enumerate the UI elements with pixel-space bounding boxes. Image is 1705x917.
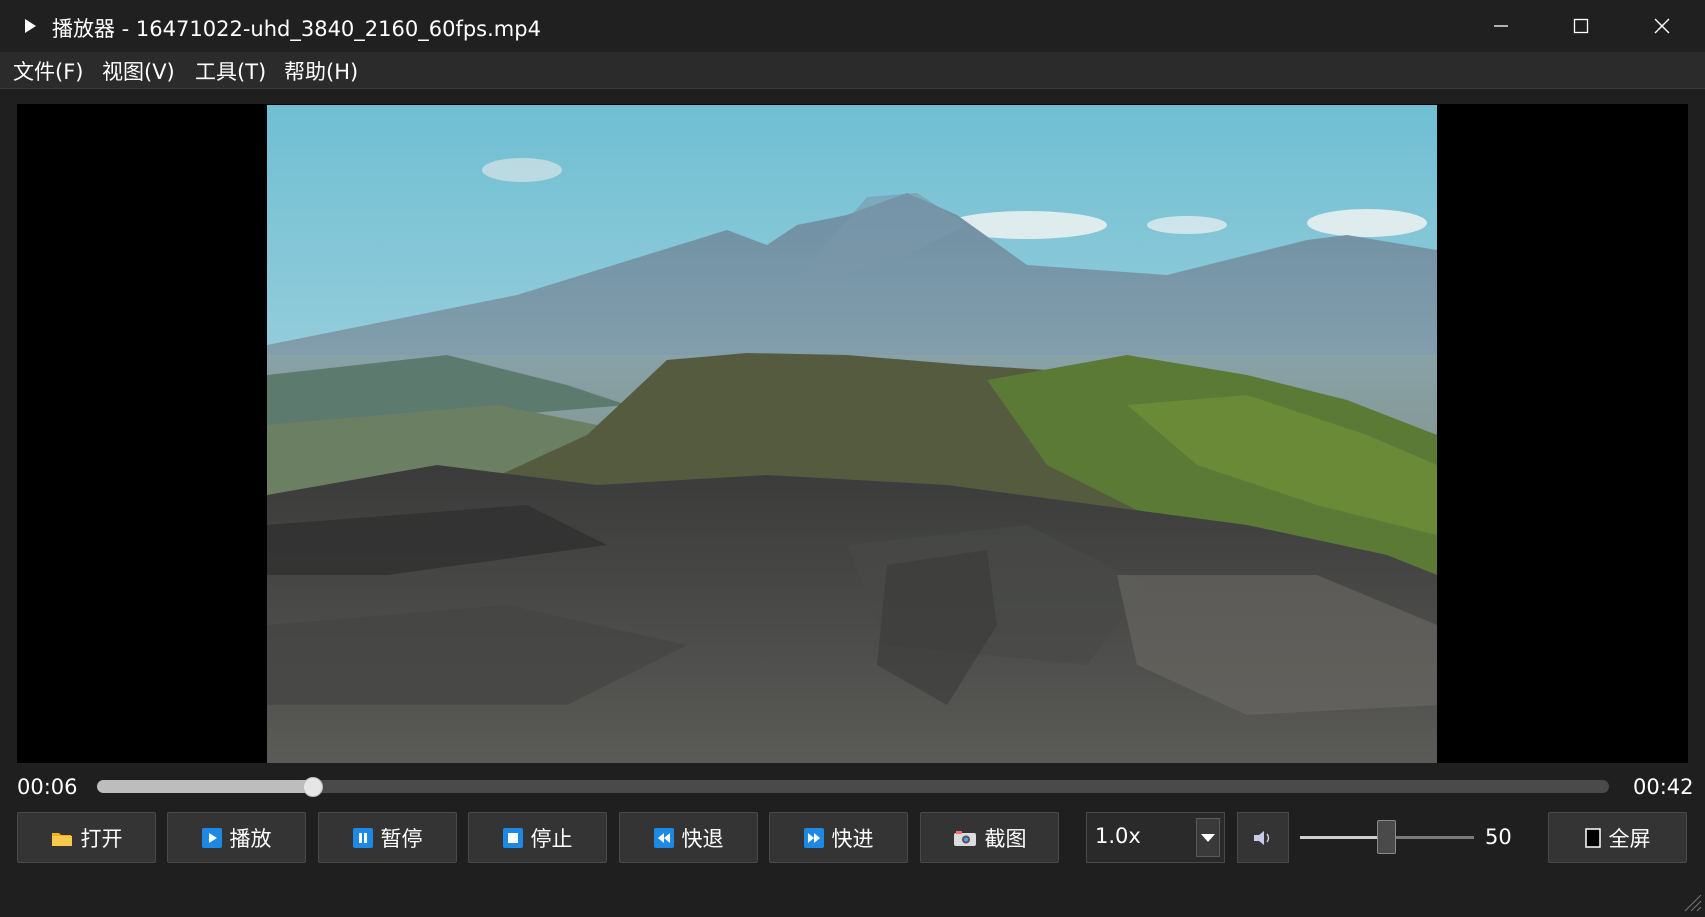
pause-button[interactable]: 暂停 (318, 812, 457, 863)
volume-slider-thumb[interactable] (1377, 820, 1396, 854)
play-button[interactable]: 播放 (167, 812, 306, 863)
fullscreen-icon (1584, 827, 1601, 848)
stop-icon (502, 827, 523, 848)
fullscreen-button[interactable]: 全屏 (1548, 812, 1687, 863)
pause-icon (352, 827, 373, 848)
stop-button-label: 停止 (530, 826, 573, 851)
speed-value: 1.0x (1095, 824, 1141, 848)
window-title: 播放器 - 16471022-uhd_3840_2160_60fps.mp4 (52, 17, 541, 41)
speed-dropdown-button[interactable] (1196, 818, 1220, 857)
close-icon (1654, 18, 1670, 34)
seek-bar-thumb[interactable] (303, 777, 324, 797)
pause-button-label: 暂停 (380, 826, 423, 851)
menu-help[interactable]: 帮助(H) (284, 56, 358, 86)
menu-file[interactable]: 文件(F) (13, 56, 83, 86)
video-display[interactable] (17, 104, 1688, 763)
chevron-down-icon (1201, 833, 1215, 842)
rewind-button[interactable]: 快退 (619, 812, 758, 863)
menu-view[interactable]: 视图(V) (102, 56, 175, 86)
open-button[interactable]: 打开 (17, 812, 156, 863)
fast-forward-icon (803, 827, 824, 848)
menu-tools[interactable]: 工具(T) (195, 56, 266, 86)
speed-select[interactable]: 1.0x (1086, 812, 1225, 863)
rewind-button-label: 快退 (681, 826, 724, 851)
title-bar: 播放器 - 16471022-uhd_3840_2160_60fps.mp4 (0, 0, 1705, 52)
video-frame (267, 105, 1437, 763)
play-triangle-icon (25, 19, 36, 33)
close-button[interactable] (1622, 0, 1702, 52)
stop-button[interactable]: 停止 (468, 812, 607, 863)
fullscreen-button-label: 全屏 (1608, 826, 1651, 851)
folder-icon (51, 832, 72, 846)
open-button-label: 打开 (80, 826, 123, 851)
rewind-icon (653, 827, 674, 848)
resize-grip-icon[interactable] (1680, 890, 1702, 912)
screenshot-button[interactable]: 截图 (920, 812, 1059, 863)
maximize-icon (1573, 18, 1589, 34)
speaker-icon (1254, 830, 1270, 845)
menu-bar: 文件(F) 视图(V) 工具(T) 帮助(H) (0, 52, 1705, 89)
seek-bar-fill (97, 780, 314, 793)
mute-button[interactable] (1237, 812, 1289, 863)
maximize-button[interactable] (1541, 0, 1621, 52)
volume-value: 50 (1485, 825, 1512, 849)
play-button-label: 播放 (229, 826, 272, 851)
screenshot-button-label: 截图 (984, 826, 1027, 851)
fast-forward-button-label: 快进 (831, 826, 874, 851)
volume-slider-fill (1300, 836, 1387, 839)
current-time: 00:06 (17, 775, 78, 799)
minimize-button[interactable] (1461, 0, 1541, 52)
minimize-icon (1494, 25, 1508, 27)
play-icon (201, 827, 222, 848)
total-time: 00:42 (1633, 775, 1694, 799)
seek-bar[interactable] (97, 780, 1609, 793)
camera-icon (953, 830, 976, 846)
fast-forward-button[interactable]: 快进 (769, 812, 908, 863)
